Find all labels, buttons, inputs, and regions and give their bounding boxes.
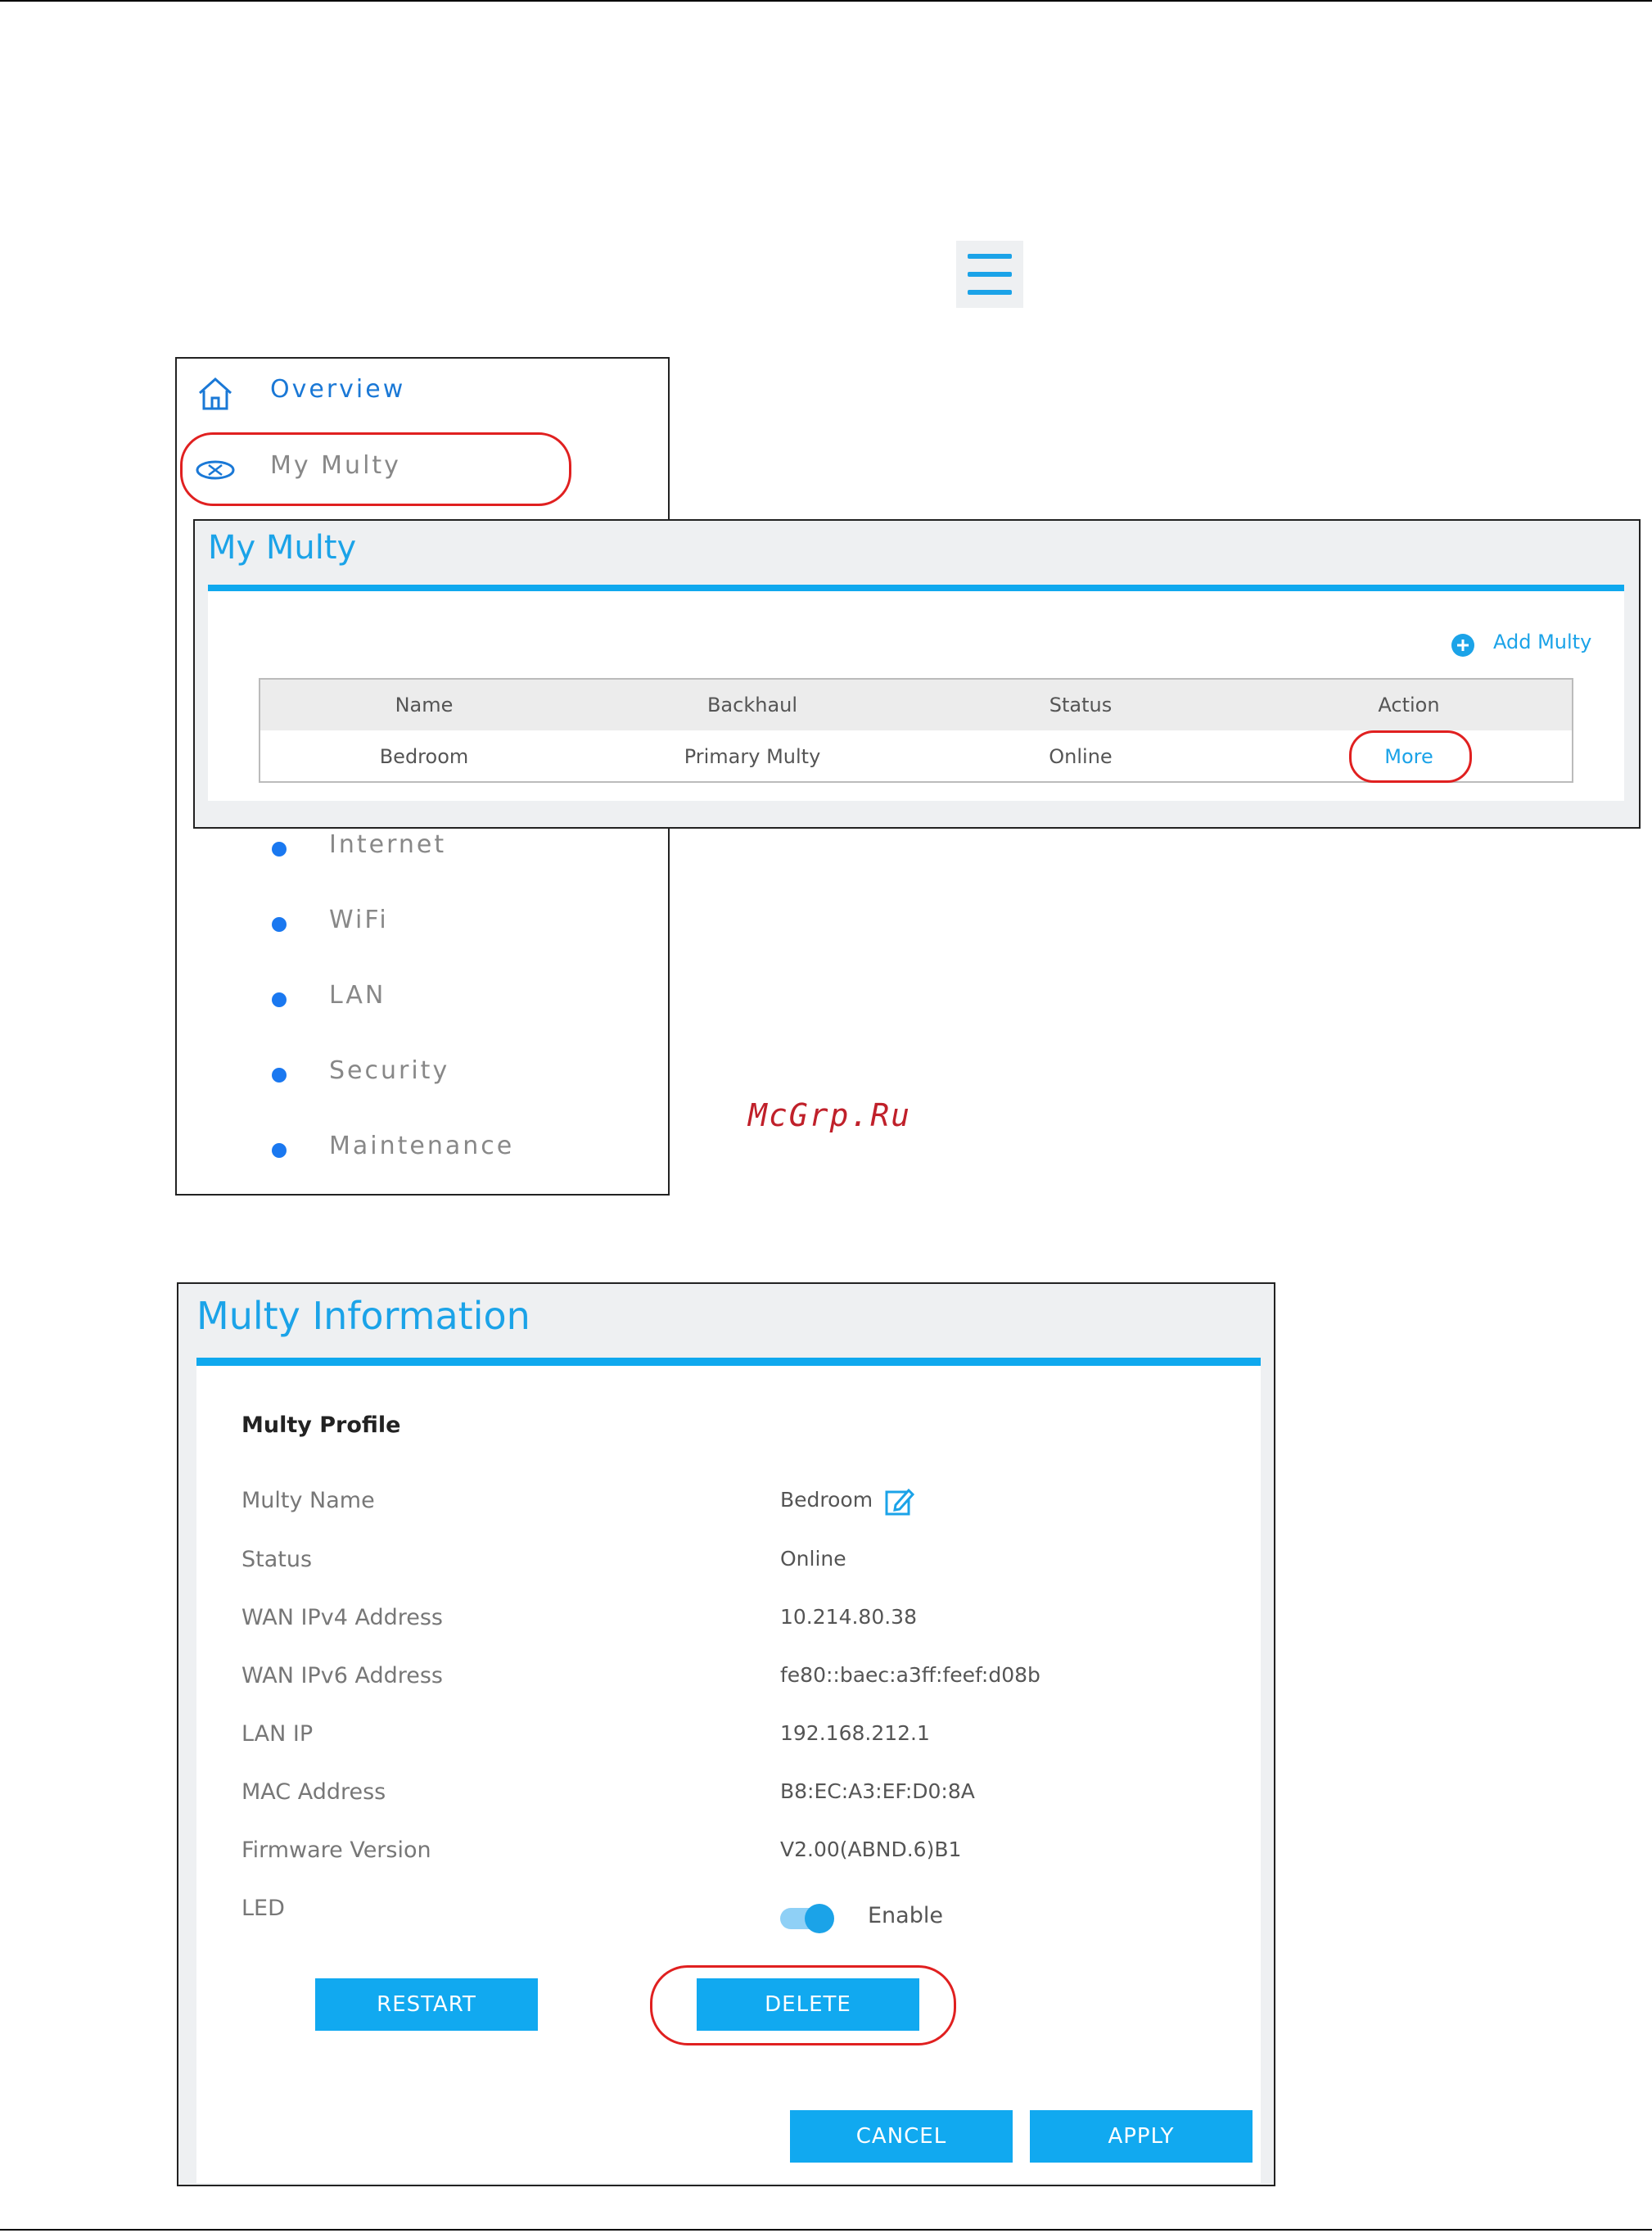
label-firmware-version: Firmware Version [241,1837,431,1863]
value-firmware-version: V2.00(ABND.6)B1 [780,1837,962,1861]
label-lan-ip: LAN IP [241,1721,314,1747]
column-name: Name [395,694,454,716]
bullet-icon [272,992,287,1007]
column-backhaul: Backhaul [706,694,798,716]
highlight-more [1349,730,1472,783]
led-enable-label: Enable [868,1903,943,1928]
column-action: Action [1378,694,1440,716]
menu-bar-icon [968,272,1012,277]
title-underline [196,1358,1261,1366]
label-mac-address: MAC Address [241,1779,386,1805]
highlight-delete [650,1965,956,2045]
hamburger-menu-button[interactable] [956,241,1023,308]
row-status: Online [1049,745,1113,768]
bullet-icon [272,1068,287,1083]
row-name: Bedroom [379,745,469,768]
top-rule [0,0,1652,2]
sidebar-item-overview[interactable]: Overview [270,375,405,404]
home-icon [198,377,232,410]
label-status: Status [241,1547,313,1572]
sidebar-item-maintenance[interactable]: Maintenance [329,1132,514,1160]
toggle-knob [805,1904,834,1933]
multy-information-title: Multy Information [196,1294,530,1338]
bottom-rule [0,2229,1652,2231]
bullet-icon [272,1143,287,1158]
value-lan-ip: 192.168.212.1 [780,1721,930,1745]
value-multy-name: Bedroom [780,1488,873,1512]
sidebar-item-security[interactable]: Security [329,1056,449,1085]
menu-bar-icon [968,290,1012,295]
section-heading: Multy Profile [241,1413,401,1438]
label-led: LED [241,1896,285,1921]
value-mac-address: B8:EC:A3:EF:D0:8A [780,1779,975,1803]
label-multy-name: Multy Name [241,1488,375,1513]
title-underline [208,585,1624,591]
menu-bar-icon [968,254,1012,259]
row-backhaul: Primary Multy [684,745,821,768]
add-circle-icon[interactable] [1451,633,1475,658]
my-multy-title: My Multy [208,529,357,567]
sidebar-item-internet[interactable]: Internet [329,830,446,859]
restart-button[interactable]: RESTART [315,1978,538,2031]
bullet-icon [272,917,287,932]
value-wan-ipv6: fe80::baec:a3ff:feef:d08b [780,1663,1040,1687]
watermark-text: McGrp.Ru [748,1097,912,1133]
bullet-icon [272,842,287,857]
add-multy-link[interactable]: Add Multy [1493,631,1591,653]
edit-icon[interactable] [884,1485,915,1517]
sidebar-item-lan[interactable]: LAN [329,981,386,1010]
column-status: Status [1049,694,1113,716]
value-status: Online [780,1547,846,1571]
led-toggle[interactable] [780,1904,834,1933]
label-wan-ipv4: WAN IPv4 Address [241,1605,443,1630]
apply-button[interactable]: APPLY [1030,2110,1253,2163]
label-wan-ipv6: WAN IPv6 Address [241,1663,443,1688]
sidebar-item-wifi[interactable]: WiFi [329,906,389,934]
highlight-my-multy [180,432,571,506]
cancel-button[interactable]: CANCEL [790,2110,1013,2163]
value-wan-ipv4: 10.214.80.38 [780,1605,917,1629]
